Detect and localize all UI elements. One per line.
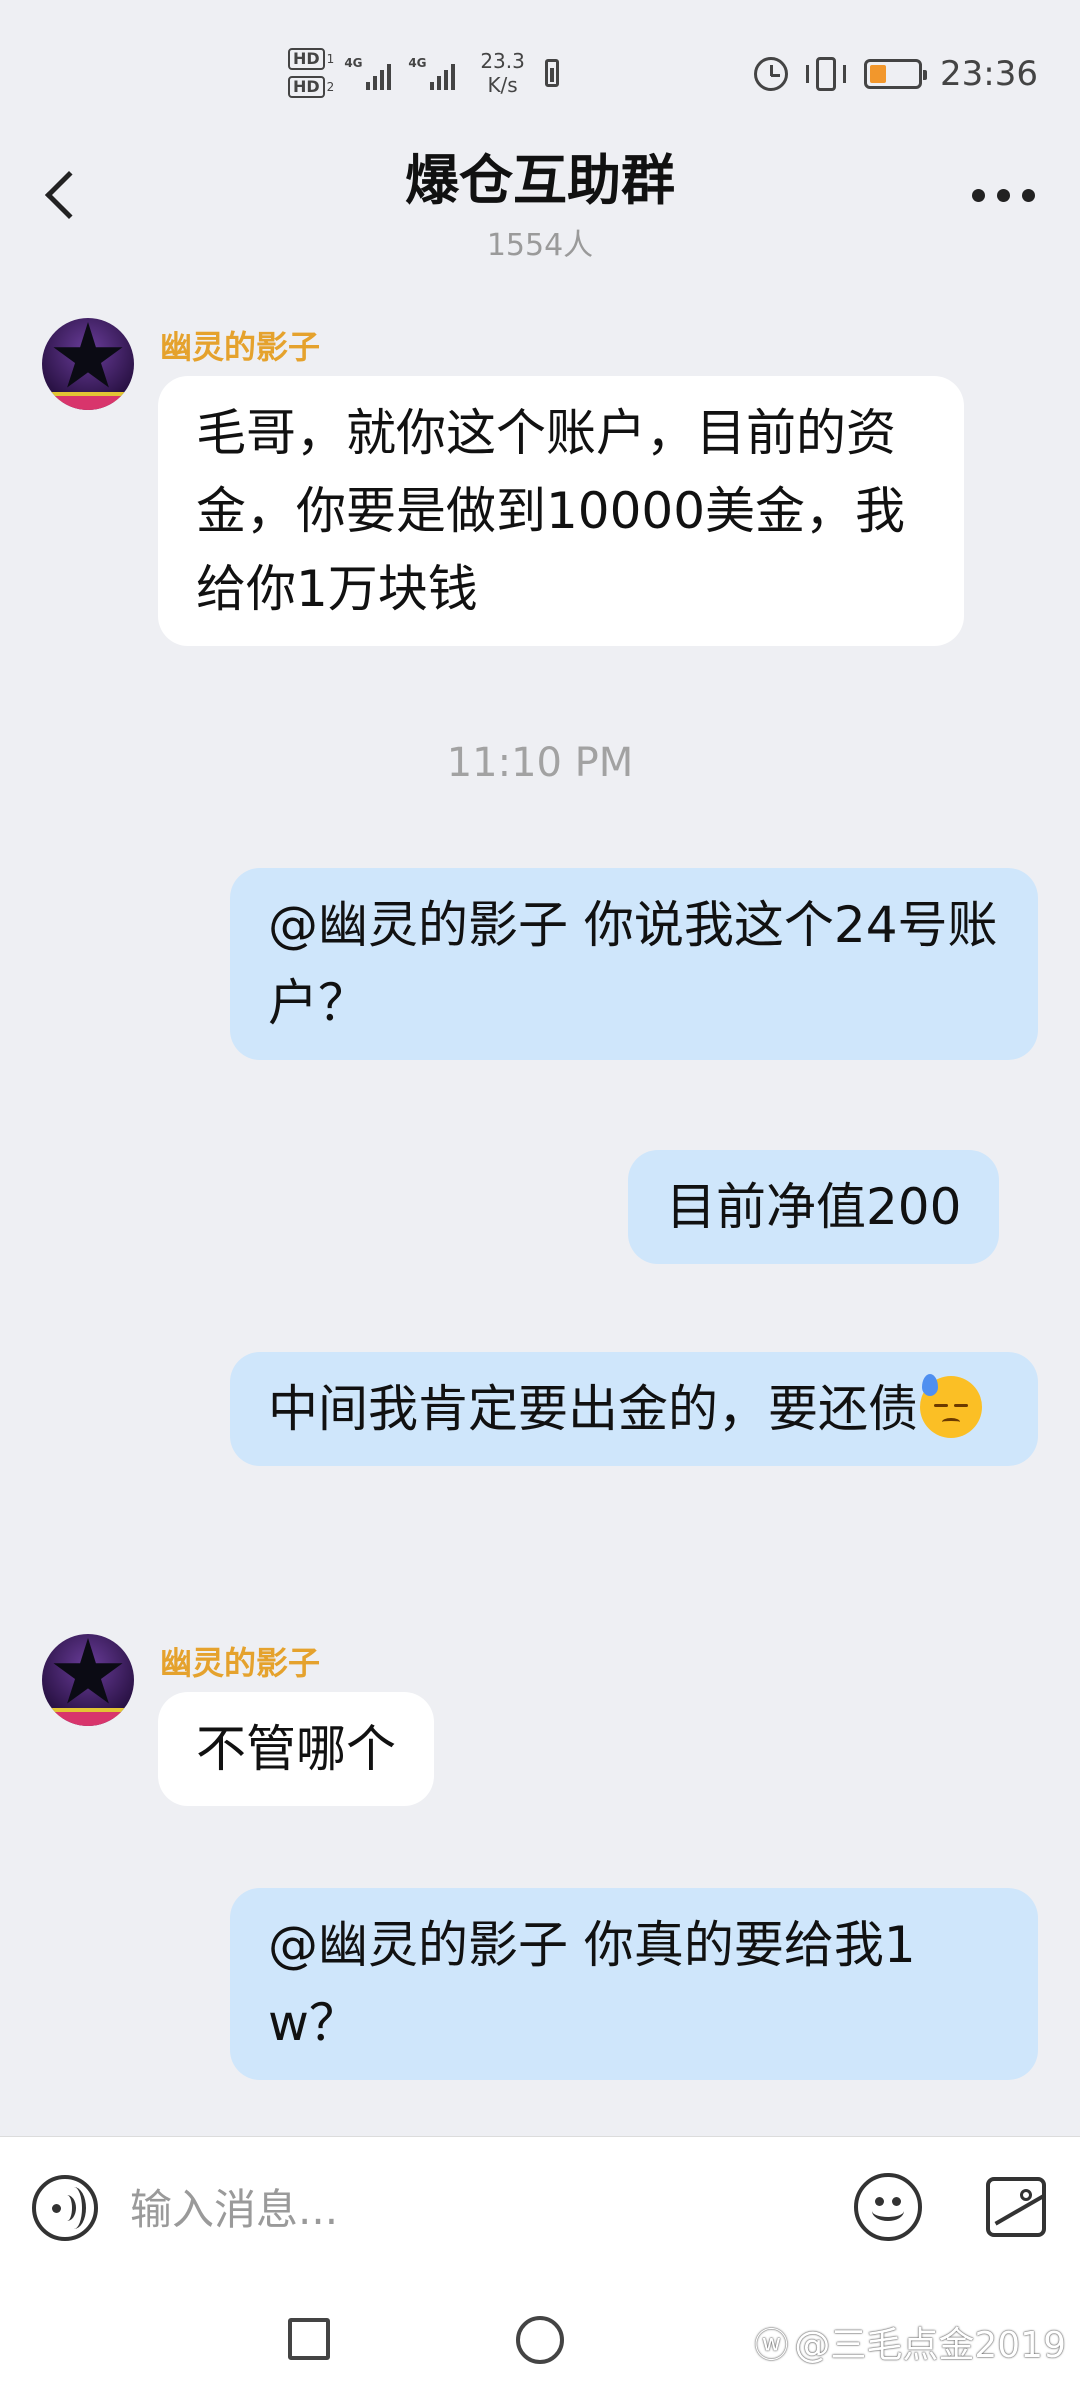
speed-value: 23.3 [480,49,525,73]
message-bubble-outgoing[interactable]: @幽灵的影子 你真的要给我1w？ [230,1888,1038,2080]
speed-unit: K/s [487,73,518,97]
emoji-button[interactable] [854,2173,922,2241]
hd-indicators: HD 1 HD 2 [288,48,334,98]
message-text: 目前净值200 [666,1178,962,1236]
message-text: @幽灵的影子 你说我这个24号账户？ [268,896,998,1032]
network-type: 4G [344,56,363,70]
message-bubble-outgoing[interactable]: 目前净值200 [628,1150,1000,1264]
message-bubble-outgoing[interactable]: @幽灵的影子 你说我这个24号账户？ [230,868,1038,1060]
sender-name: 幽灵的影子 [160,328,321,366]
vibrate-icon [806,57,847,91]
more-dots-icon [971,188,985,202]
network-type: 4G [408,56,427,70]
sender-name: 幽灵的影子 [160,1644,321,1682]
message-bubble-incoming[interactable]: 不管哪个 [158,1692,434,1806]
avatar[interactable] [42,318,134,410]
message-text: @幽灵的影子 你真的要给我1w？ [268,1916,916,2052]
hd-label: HD [288,76,325,98]
hd-num: 1 [326,52,335,66]
watermark-text: @三毛点金2019 [794,2325,1066,2366]
sweat-face-icon [918,1374,984,1440]
status-left: HD 1 HD 2 4G 4G 23.3 K/s [288,48,559,98]
status-right: 23:36 [754,54,1038,94]
avatar[interactable] [42,1634,134,1726]
battery-fill [870,65,886,83]
message-bubble-incoming[interactable]: 毛哥，就你这个账户，目前的资金，你要是做到10000美金，我给你1万块钱 [158,376,964,646]
system-nav-bar: ⓦ @三毛点金2019 [0,2276,1080,2400]
signal-icon-1: 4G [344,56,398,90]
small-battery-icon [544,59,559,87]
more-options-button[interactable] [968,180,1038,210]
signal-icon-2: 4G [408,56,462,90]
input-bar [0,2136,1080,2276]
status-bar: HD 1 HD 2 4G 4G 23.3 K/s 23:36 [0,0,1080,150]
hd-num: 2 [326,80,335,94]
weibo-logo-icon: ⓦ [754,2325,789,2366]
message-bubble-outgoing[interactable]: 中间我肯定要出金的，要还债 [230,1352,1038,1466]
watermark: ⓦ @三毛点金2019 [754,2316,1066,2368]
battery-icon [864,59,928,89]
hd-indicator-1: HD 1 [288,48,334,70]
message-timestamp: 11:10 PM [446,740,634,786]
chat-title: 爆仓互助群 [405,149,675,212]
recent-apps-icon[interactable] [288,2318,330,2360]
status-time: 23:36 [940,54,1038,94]
alarm-icon [754,57,789,91]
message-text: 毛哥，就你这个账户，目前的资金，你要是做到10000美金，我给你1万块钱 [196,404,906,618]
hd-indicator-2: HD 2 [288,76,334,98]
hd-label: HD [288,48,325,70]
image-button[interactable] [986,2177,1046,2237]
voice-button[interactable] [32,2175,98,2241]
image-icon [1020,2189,1032,2201]
home-icon[interactable] [516,2316,564,2364]
network-speed: 23.3 K/s [480,49,525,97]
message-input[interactable] [130,2177,810,2241]
member-count: 1554人 [486,228,594,263]
message-text: 不管哪个 [196,1720,396,1778]
message-text: 中间我肯定要出金的，要还债 [268,1380,918,1438]
